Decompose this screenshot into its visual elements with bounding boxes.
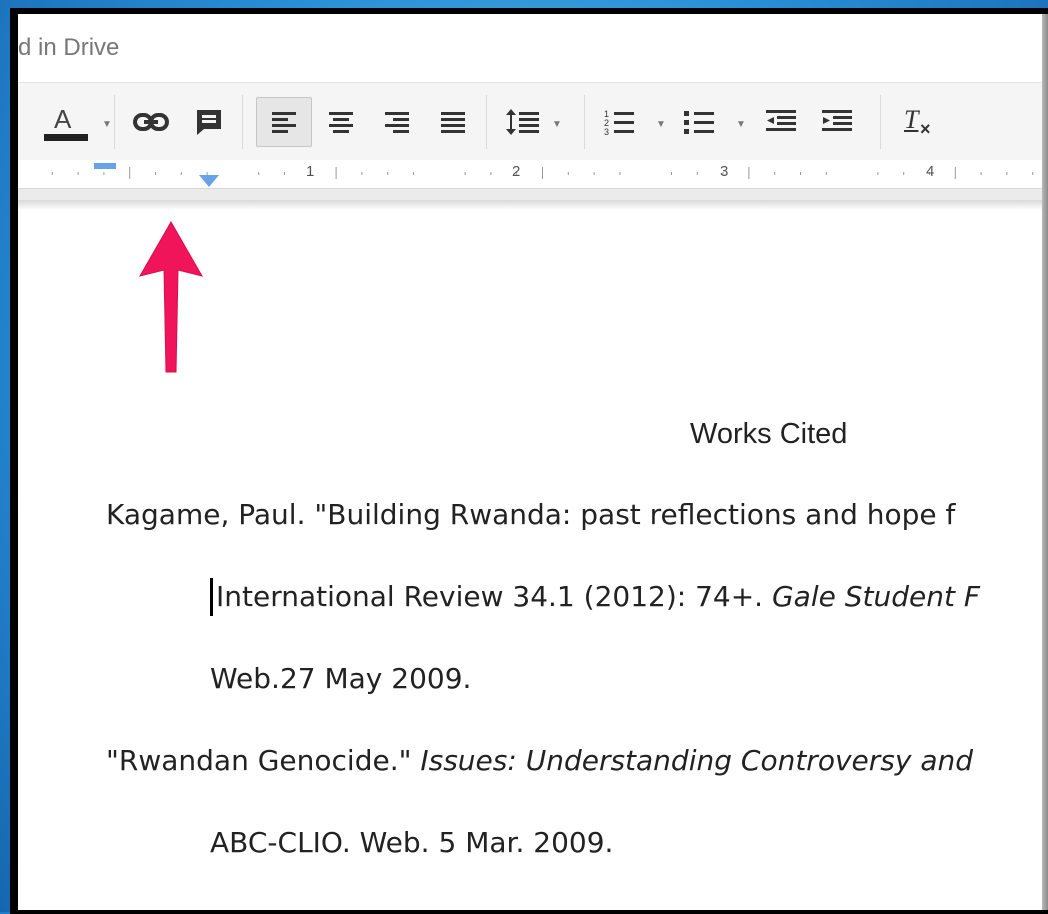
ruler-tick [77,172,79,175]
line-spacing-button[interactable] [498,97,548,147]
ruler-tick [980,172,982,175]
ruler-tick [1006,172,1008,175]
insert-comment-button[interactable] [184,97,234,147]
clear-formatting-button[interactable]: T × [892,97,942,147]
ruler-half-mark [129,167,131,179]
ruler-tick [387,172,389,175]
ruler-number-1: 1 [306,163,315,180]
ruler-tick [774,172,776,175]
align-left-icon [272,112,296,133]
bulleted-list-button[interactable] [674,97,724,147]
ruler-tick [567,172,569,175]
justify-button[interactable] [428,97,478,147]
citation-1-line-3: Web.27 May 2009. [210,662,472,695]
ruler-tick [696,172,698,175]
bulleted-list-icon [684,111,714,134]
ruler-number-2: 2 [512,163,521,180]
save-status-text: d in Drive [18,34,120,61]
citation-2-line-2: ABC-CLIO. Web. 5 Mar. 2009. [210,826,614,859]
text-color-button[interactable]: A [24,97,104,147]
align-center-button[interactable] [316,97,366,147]
line-spacing-dropdown-caret[interactable]: ▼ [552,119,562,130]
ruler-tick [877,172,879,175]
citation-2-line-1-text: "Rwandan Genocide." [106,744,421,777]
justify-icon [441,112,465,133]
citation-1-line-1: Kagame, Paul. "Building Rwanda: past ref… [106,498,956,531]
citation-1-line-2-italic: Gale Student F [771,580,980,613]
ruler-tick [51,172,53,175]
text-color-icon: A [40,100,88,144]
ruler-tick [619,172,621,175]
left-indent-marker[interactable] [198,174,220,188]
align-right-button[interactable] [372,97,422,147]
align-right-icon [385,112,409,133]
ruler-half-mark [748,167,750,179]
ruler-tick [903,172,905,175]
ruler-number-4: 4 [926,163,935,180]
ruler-tick [800,172,801,175]
numbered-list-icon: 1 2 3 [604,109,634,136]
text-color-dropdown-caret[interactable]: ▼ [102,119,112,130]
clear-formatting-letter: T [904,105,919,134]
formatting-toolbar: A ▼ ▼ 1 2 3 ▼ ▼ T × [18,82,1048,161]
window-right-edge [1042,14,1048,910]
citation-2-line-1: "Rwandan Genocide." Issues: Understandin… [106,744,973,777]
clear-formatting-icon: T × [904,105,931,139]
increase-indent-button[interactable] [812,97,862,147]
ruler-tick [284,172,285,175]
ruler: 1 2 3 4 [18,160,1048,210]
citation-2-line-1-italic: Issues: Understanding Controversy and [420,744,973,777]
ruler-tick [464,172,466,175]
ruler-tick [180,172,182,175]
docs-window: d in Drive A ▼ ▼ 1 2 3 ▼ ▼ T × 1 2 3 4 W… [18,14,1048,910]
ruler-tick [593,172,595,175]
citation-1-line-2: International Review 34.1 (2012): 74+. G… [216,580,980,613]
insert-link-button[interactable] [126,97,176,147]
numbered-list-dropdown-caret[interactable]: ▼ [656,119,666,130]
works-cited-title: Works Cited [690,418,848,450]
decrease-indent-icon [766,110,796,131]
ruler-tick [258,172,260,175]
ruler-tick [155,172,156,175]
bulleted-list-dropdown-caret[interactable]: ▼ [736,119,746,130]
ruler-tick [361,172,363,175]
ruler-tick [413,172,414,175]
text-cursor [210,578,213,616]
increase-indent-icon [822,110,852,131]
ruler-tick [825,172,827,175]
save-status-bar: d in Drive [18,14,1048,82]
align-center-icon [329,112,353,133]
ruler-tick [1032,172,1034,175]
comment-icon [197,110,221,135]
document-page[interactable]: Works Cited Kagame, Paul. "Building Rwan… [18,210,1048,910]
text-color-letter: A [54,104,72,134]
ruler-half-mark [954,167,956,179]
citation-1-line-2-text: International Review 34.1 (2012): 74+. [216,580,772,613]
ruler-tick [103,172,105,175]
svg-text:3: 3 [604,127,609,136]
ruler-half-mark [335,167,337,179]
numbered-list-button[interactable]: 1 2 3 [594,97,644,147]
ruler-tick [671,172,672,175]
ruler-half-mark [542,167,543,179]
ruler-ticks [51,167,1034,179]
line-spacing-icon [506,109,539,135]
link-icon [133,113,169,131]
ruler-strip[interactable]: 1 2 3 4 [18,160,1048,189]
decrease-indent-button[interactable] [756,97,806,147]
ruler-tick [490,172,492,175]
annotation-arrow-icon [138,220,204,373]
first-line-indent-marker[interactable] [94,163,116,169]
ruler-shadow [18,200,1048,210]
align-left-button[interactable] [256,97,312,147]
ruler-number-3: 3 [720,163,729,180]
